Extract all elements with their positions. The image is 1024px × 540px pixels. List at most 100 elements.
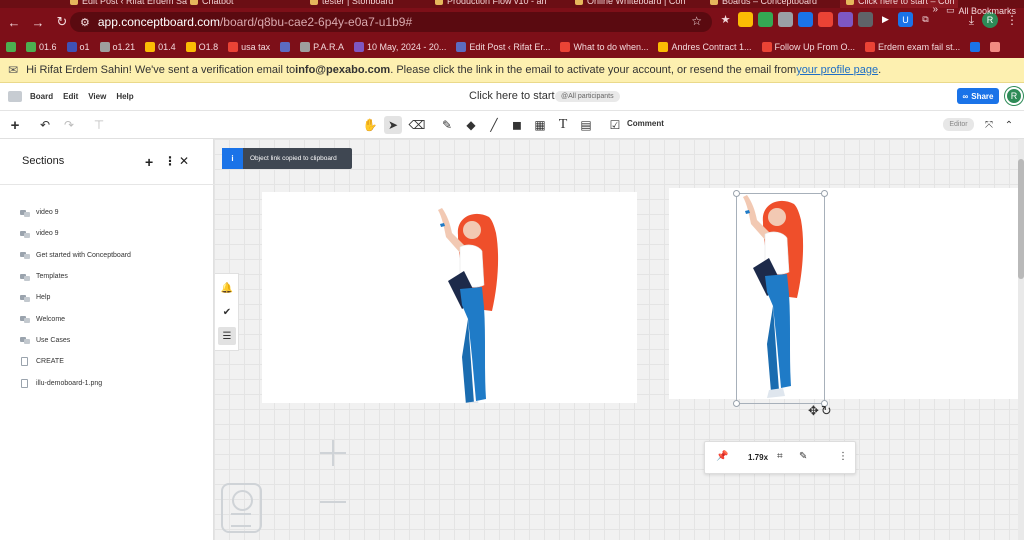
extension-icon[interactable]	[798, 12, 813, 27]
image-card-selected[interactable]	[669, 188, 1024, 399]
bookmark-item[interactable]: P.A.R.A	[300, 42, 344, 52]
resize-handle-top-left[interactable]	[733, 190, 740, 197]
marker-tool-icon[interactable]: ◆	[462, 116, 480, 134]
text-tool-icon[interactable]: T	[554, 116, 572, 134]
undo-icon[interactable]: ↶	[36, 116, 54, 134]
menu-board[interactable]: Board	[30, 92, 53, 101]
bookmark-item[interactable]	[280, 42, 291, 52]
more-options-icon[interactable]: ⋮	[164, 154, 176, 168]
selection-box[interactable]	[736, 193, 825, 404]
redo-icon[interactable]: ↷	[60, 116, 78, 134]
section-item[interactable]: video 9	[0, 202, 214, 223]
edit-pencil-icon[interactable]: ✎	[799, 451, 807, 462]
browser-tab[interactable]: Edit Post ‹ Rifat Erdem Sa	[70, 0, 188, 8]
extension-icon[interactable]	[738, 12, 753, 27]
pen-tool-icon[interactable]: ✎	[438, 116, 456, 134]
zoom-out-icon[interactable]	[320, 501, 346, 503]
section-item[interactable]: CREATE	[0, 351, 214, 372]
browser-tab[interactable]: tester | Storiboard	[310, 0, 428, 8]
extension-icon[interactable]: U	[898, 12, 913, 27]
shapes-tool-icon[interactable]: ◼	[508, 116, 526, 134]
menu-view[interactable]: View	[88, 92, 106, 101]
section-item[interactable]: Help	[0, 287, 214, 308]
bookmark-item[interactable]	[6, 42, 16, 52]
play-extension-icon[interactable]: ▶	[878, 12, 893, 27]
bell-icon[interactable]: 🔔	[218, 279, 236, 297]
bookmark-item[interactable]: o1	[66, 42, 90, 52]
bookmark-item[interactable]: 01.4	[145, 42, 176, 52]
menu-edit[interactable]: Edit	[63, 92, 78, 101]
board-canvas[interactable]: i Object link copied to clipboard 🔔 ✔ ☰	[214, 139, 1024, 540]
browser-tab[interactable]: Production Flow v10 - an	[435, 0, 553, 8]
section-item[interactable]: video 9	[0, 223, 214, 244]
participants-badge[interactable]: @All participants	[555, 91, 620, 102]
add-section-icon[interactable]: +	[145, 154, 153, 170]
section-item[interactable]: illu-demoboard-1.png	[0, 372, 214, 393]
url-input[interactable]: ⚙ app.conceptboard.com/board/q8bu-cae2-6…	[70, 12, 712, 32]
more-options-icon[interactable]: ⋮	[838, 451, 848, 462]
bookmark-item[interactable]: Erdem exam fail st...	[865, 42, 960, 52]
format-paint-icon[interactable]: ⊤	[90, 116, 108, 134]
comment-tool-icon[interactable]: ☑	[606, 116, 624, 134]
resize-handle-bottom-left[interactable]	[733, 400, 740, 407]
back-icon[interactable]: ←	[4, 12, 24, 32]
bookmark-item[interactable]: O1.8	[185, 42, 218, 52]
star-extension-icon[interactable]: ★	[718, 12, 733, 27]
image-zoom-value[interactable]: 1.79x	[748, 453, 768, 462]
user-avatar[interactable]: R	[1005, 87, 1023, 105]
section-item[interactable]: Welcome	[0, 308, 214, 329]
bookmark-item[interactable]: What to do when...	[560, 42, 648, 52]
bookmarks-overflow-icon[interactable]: »	[932, 4, 938, 15]
board-title[interactable]: Click here to start	[469, 90, 555, 102]
rotate-icon[interactable]: ↻	[821, 403, 832, 419]
crop-icon[interactable]: ⌗	[777, 451, 783, 462]
add-icon[interactable]: +	[6, 116, 24, 134]
eraser-tool-icon[interactable]: ⌫	[408, 116, 426, 134]
bookmark-item[interactable]	[990, 42, 1001, 52]
sticky-note-tool-icon[interactable]: ▤	[577, 116, 595, 134]
hand-tool-icon[interactable]: ✋	[361, 116, 379, 134]
section-item[interactable]: Use Cases	[0, 330, 214, 351]
section-item[interactable]: Templates	[0, 266, 214, 287]
reload-icon[interactable]: ↻	[52, 12, 72, 32]
bookmark-item[interactable]: Andres Contract 1...	[658, 42, 752, 52]
zoom-in-icon[interactable]	[320, 440, 346, 466]
browser-tab[interactable]: Chatbot	[190, 0, 308, 8]
menu-help[interactable]: Help	[116, 92, 133, 101]
line-tool-icon[interactable]: ╱	[485, 116, 503, 134]
bookmark-item[interactable]: Edit Post ‹ Rifat Er...	[456, 42, 550, 52]
extension-icon[interactable]	[858, 12, 873, 27]
move-icon[interactable]: ✥	[808, 403, 819, 419]
extension-icon[interactable]	[758, 12, 773, 27]
profile-page-link[interactable]: your profile page	[796, 64, 878, 76]
canvas-scrollbar[interactable]	[1018, 139, 1024, 540]
bookmark-item[interactable]: 10 May, 2024 - 20...	[354, 42, 446, 52]
pin-icon[interactable]: 📌	[716, 451, 728, 462]
extension-icon[interactable]	[838, 12, 853, 27]
check-circle-icon[interactable]: ✔	[218, 303, 236, 321]
browser-tab[interactable]: Boards – Conceptboard	[710, 0, 828, 8]
all-bookmarks-folder[interactable]: ▭ All Bookmarks	[946, 5, 1016, 16]
table-tool-icon[interactable]: ▦	[531, 116, 549, 134]
bookmark-item[interactable]: usa tax	[228, 42, 270, 52]
resize-handle-top-right[interactable]	[821, 190, 828, 197]
bookmark-item[interactable]	[970, 42, 981, 52]
forward-icon[interactable]: →	[28, 12, 48, 32]
bookmark-item[interactable]: o1.21	[99, 42, 135, 52]
browser-tab[interactable]: Click here to start – Con	[840, 0, 958, 8]
extension-icon[interactable]	[778, 12, 793, 27]
share-button[interactable]: ∞ Share	[957, 88, 999, 104]
list-icon[interactable]: ☰	[218, 327, 236, 345]
bookmark-item[interactable]: Follow Up From O...	[761, 42, 855, 52]
extension-icon[interactable]	[818, 12, 833, 27]
site-settings-icon[interactable]: ⚙	[80, 16, 90, 29]
editor-mode-badge[interactable]: Editor	[943, 118, 974, 131]
select-tool-icon[interactable]: ➤	[384, 116, 402, 134]
browser-tab[interactable]: Online Whiteboard | Con	[575, 0, 693, 8]
comment-tool-label[interactable]: Comment	[627, 119, 664, 128]
close-icon[interactable]: ✕	[179, 154, 189, 168]
section-item[interactable]: Get started with Conceptboard	[0, 245, 214, 266]
bookmark-star-icon[interactable]: ☆	[691, 14, 702, 28]
scrollbar-thumb[interactable]	[1018, 159, 1024, 279]
chat-icon[interactable]	[8, 91, 22, 102]
